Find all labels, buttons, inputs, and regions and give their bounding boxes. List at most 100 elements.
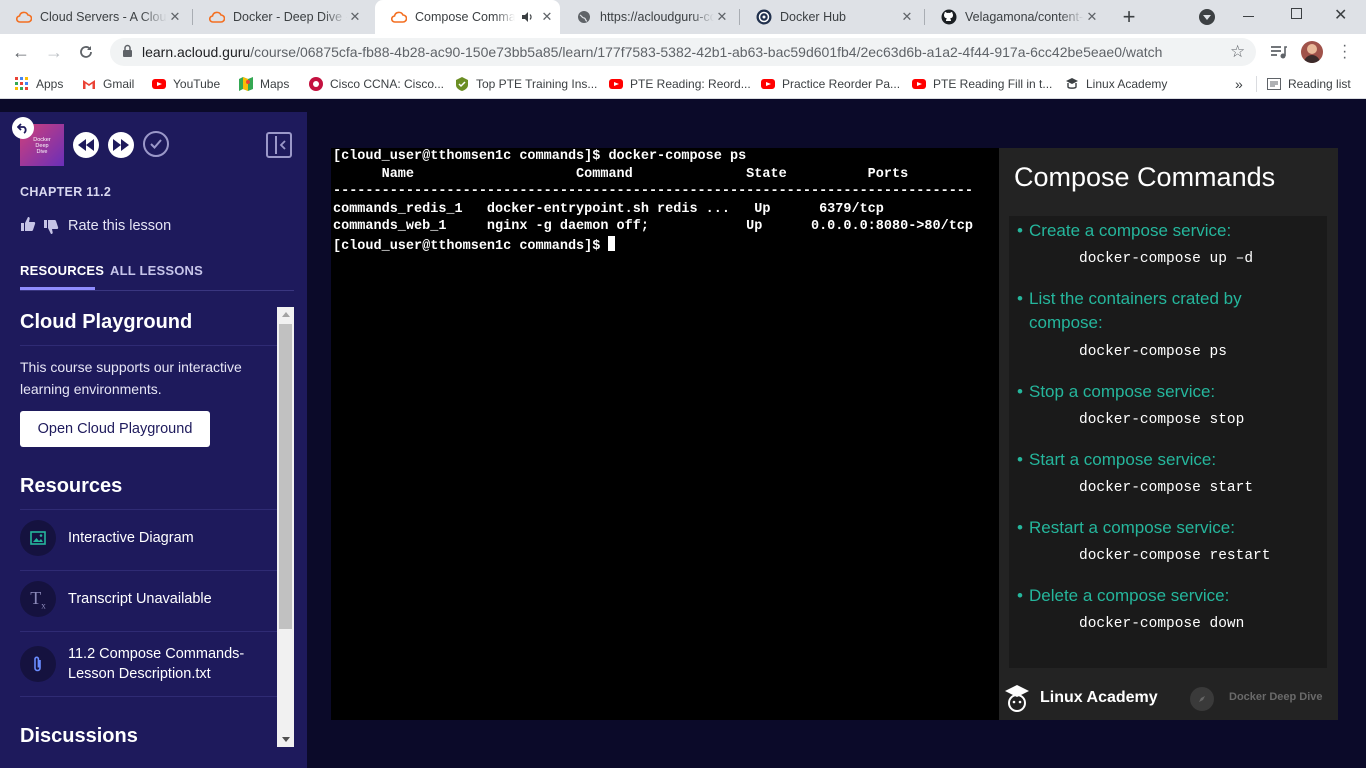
apps-grid-icon (15, 77, 29, 91)
bookmark-practice-reorder[interactable]: Practice Reorder Pa... (761, 76, 900, 92)
bookmark-youtube[interactable]: YouTube (152, 76, 220, 92)
close-tab-icon[interactable]: ✕ (1084, 9, 1100, 25)
slide-command: docker-compose up –d (1079, 251, 1254, 267)
sidebar-scrollbar[interactable] (277, 307, 294, 747)
kebab-menu-icon[interactable]: · · · (1342, 38, 1347, 66)
terminal-line: Name Command State Ports (333, 166, 909, 182)
gmail-icon (82, 77, 96, 91)
close-tab-icon[interactable]: ✕ (347, 9, 363, 25)
tab-resources[interactable]: RESOURCES (20, 263, 104, 278)
bookmark-pte-training[interactable]: Top PTE Training Ins... (455, 76, 597, 92)
slide-title: Compose Commands (1014, 162, 1276, 192)
bookmark-star-icon[interactable]: ☆ (1230, 42, 1245, 62)
scrollbar-thumb[interactable] (279, 324, 292, 629)
slide-bullet: • Create a compose service: (1017, 221, 1232, 240)
bullet-text: Create a compose service: (1029, 221, 1232, 240)
close-tab-icon[interactable]: ✕ (539, 9, 555, 25)
more-bookmarks-chevron-icon[interactable]: » (1235, 76, 1243, 92)
tab-all-lessons[interactable]: ALL LESSONS (110, 263, 203, 278)
scroll-down-arrow-icon[interactable] (282, 737, 290, 742)
footer-course: Docker Deep Dive (1229, 691, 1323, 703)
new-tab-button[interactable]: + (1117, 6, 1141, 28)
tab-title: Docker Hub (780, 10, 846, 24)
browser-tab-active[interactable]: Compose Commands ✕ (375, 0, 560, 34)
reading-list-button[interactable]: Reading list (1267, 76, 1351, 92)
back-to-course-icon[interactable] (12, 117, 34, 139)
linux-academy-icon (1065, 77, 1079, 91)
acg-cloud-icon (16, 9, 32, 25)
bookmark-label: PTE Reading Fill in t... (933, 77, 1053, 91)
close-window-icon[interactable]: ✕ (1334, 5, 1347, 25)
open-cloud-playground-button[interactable]: Open Cloud Playground (20, 411, 210, 447)
slide-bullet: • Stop a compose service: (1017, 382, 1216, 401)
acg-cloud-icon (391, 9, 407, 25)
close-tab-icon[interactable]: ✕ (899, 9, 915, 25)
slide-command: docker-compose stop (1079, 412, 1245, 428)
previous-lesson-icon[interactable] (73, 132, 99, 158)
resource-label: 11.2 Compose Commands-Lesson Description… (68, 646, 245, 682)
bookmark-label: YouTube (173, 77, 221, 91)
tab-title: Velagamona/content-docker (965, 10, 1084, 24)
next-lesson-icon[interactable] (108, 132, 134, 158)
browser-tab[interactable]: Velagamona/content-docker ✕ (925, 0, 1110, 34)
thumbs-down-icon[interactable] (43, 219, 59, 240)
back-arrow-icon[interactable]: ← (7, 38, 35, 66)
terminal-cursor (608, 235, 616, 251)
thumbs-up-icon[interactable] (20, 216, 36, 237)
terminal-line: ----------------------------------------… (333, 184, 974, 200)
bullet-text: Delete a compose service: (1029, 586, 1230, 605)
browser-toolbar: ← → learn.acloud.guru/course/06875cfa-fb… (0, 34, 1366, 70)
reload-icon[interactable] (72, 38, 100, 66)
lock-icon[interactable] (122, 44, 133, 63)
discussions-title: Discussions (20, 725, 138, 747)
browser-tab[interactable]: Docker - Deep Dive - A Cloud Guru ✕ (193, 0, 373, 34)
close-tab-icon[interactable]: ✕ (167, 9, 183, 25)
resource-item-lesson-description[interactable]: 11.2 Compose Commands-Lesson Description… (20, 631, 277, 696)
close-tab-icon[interactable]: ✕ (714, 9, 730, 25)
rate-lesson-label[interactable]: Rate this lesson (68, 218, 171, 234)
address-bar[interactable]: learn.acloud.guru/course/06875cfa-fb88-4… (110, 38, 1256, 66)
youtube-icon (152, 77, 166, 91)
bookmark-label: Maps (260, 77, 290, 91)
bookmark-pte-reading-reorder[interactable]: PTE Reading: Reord... (609, 76, 751, 92)
browser-tab[interactable]: Docker Hub ✕ (740, 0, 925, 34)
resource-item-transcript[interactable]: Tx Transcript Unavailable (20, 570, 277, 631)
bookmarks-divider (1256, 76, 1257, 92)
tab-title: Compose Commands (415, 10, 515, 24)
bookmark-label: Gmail (103, 77, 135, 91)
slide-command: docker-compose down (1079, 616, 1245, 632)
bookmark-label: Top PTE Training Ins... (476, 77, 598, 91)
media-queue-icon[interactable] (1270, 44, 1288, 65)
slide-bullet: • Restart a compose service: (1017, 518, 1235, 537)
bookmark-cisco[interactable]: Cisco CCNA: Cisco... (309, 76, 444, 92)
bookmark-gmail[interactable]: Gmail (82, 76, 134, 92)
minimize-icon[interactable] (1243, 16, 1254, 17)
slide-bullet: • Delete a compose service: (1017, 586, 1230, 605)
playground-title: Cloud Playground (20, 311, 193, 333)
playground-description: This course supports our interactive lea… (20, 359, 242, 397)
tab-search-icon[interactable] (1199, 9, 1215, 25)
scroll-up-arrow-icon[interactable] (282, 312, 290, 317)
speaker-icon[interactable] (521, 11, 533, 23)
bookmark-apps[interactable]: Apps (15, 76, 63, 92)
restore-icon[interactable] (1291, 8, 1302, 19)
slide-command: docker-compose ps (1079, 344, 1227, 360)
browser-tab[interactable]: Cloud Servers - A Cloud Guru ✕ (0, 0, 193, 34)
tab-title: Cloud Servers - A Cloud Guru (40, 10, 167, 24)
bookmark-linux-academy[interactable]: Linux Academy (1065, 76, 1167, 92)
bookmark-pte-fill[interactable]: PTE Reading Fill in t... (912, 76, 1052, 92)
resource-item-interactive-diagram[interactable]: Interactive Diagram (20, 509, 277, 570)
browser-tab[interactable]: https://acloudguru-content ✕ (560, 0, 740, 34)
mark-complete-icon[interactable] (143, 131, 169, 157)
collapse-sidebar-icon[interactable] (266, 132, 292, 158)
linux-academy-logo-icon (1003, 683, 1031, 718)
bullet-text: Stop a compose service: (1029, 382, 1216, 401)
slide-bullet: • Start a compose service: (1017, 450, 1217, 469)
profile-avatar[interactable] (1301, 41, 1323, 63)
terminal-line: [cloud_user@tthomsen1c commands]$ docker… (333, 149, 747, 164)
forward-arrow-icon[interactable]: → (40, 38, 68, 66)
bookmark-maps[interactable]: Maps (239, 76, 289, 92)
video-player[interactable]: [cloud_user@tthomsen1c commands]$ docker… (331, 148, 1338, 720)
terminal-prompt: [cloud_user@tthomsen1c commands]$ (333, 238, 609, 254)
maps-icon (239, 77, 253, 91)
